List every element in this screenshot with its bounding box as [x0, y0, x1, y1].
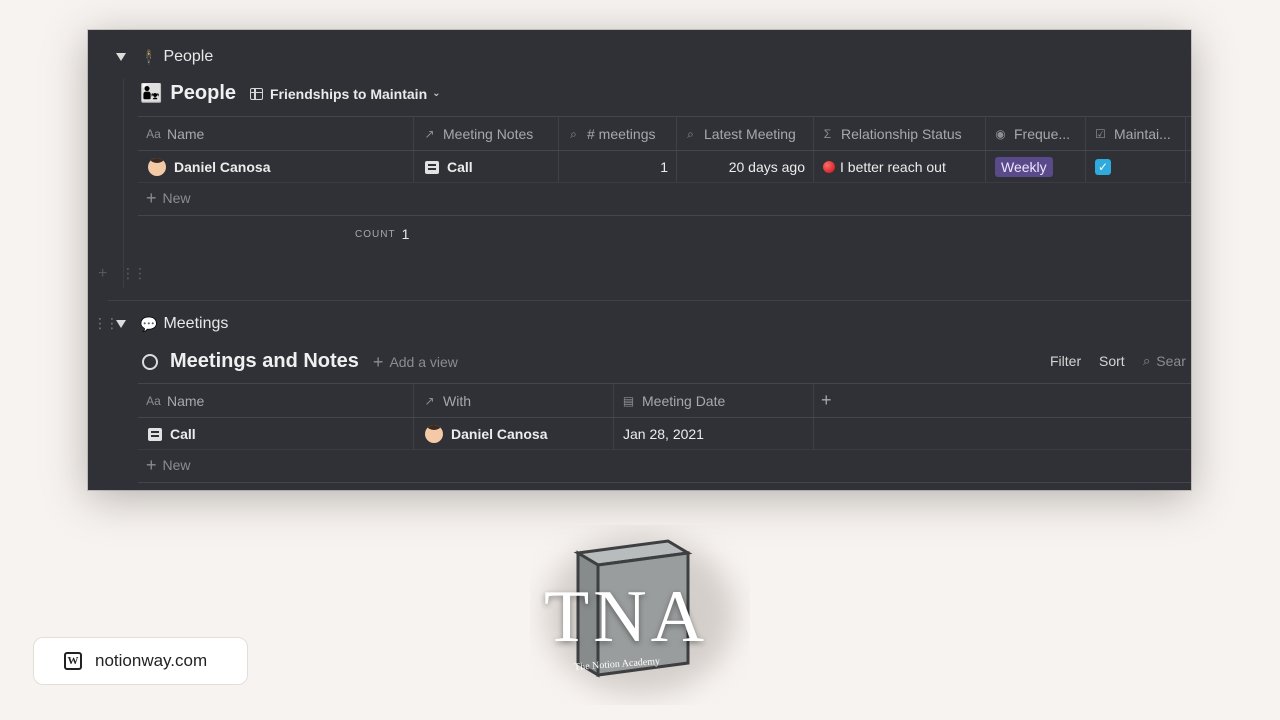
meetings-toggle-label: Meetings: [163, 315, 229, 332]
add-view-button[interactable]: + Add a view: [372, 351, 458, 372]
relation-arrow-icon: ↗: [424, 127, 435, 141]
search-button[interactable]: ⌕ Sear: [1143, 353, 1186, 369]
cell-name[interactable]: Daniel Canosa: [148, 157, 270, 177]
notionway-link[interactable]: W notionway.com: [33, 637, 248, 685]
frequency-badge: Weekly: [995, 157, 1053, 177]
page-icon: [148, 427, 162, 441]
text-icon: Aa: [146, 127, 161, 141]
cell-latest-meeting[interactable]: 20 days ago: [705, 157, 805, 177]
column-header-relationship-status[interactable]: Σ Relationship Status: [820, 124, 985, 144]
select-icon: ◉: [995, 127, 1006, 141]
view-name: Friendships to Maintain: [270, 85, 428, 102]
cell-meetings-count[interactable]: 1: [648, 157, 668, 177]
people-db-title[interactable]: People: [170, 82, 236, 105]
column-header-meetings-count[interactable]: ⌕ # meetings: [566, 124, 681, 144]
add-property-button[interactable]: +: [821, 389, 851, 411]
column-header-meeting-date[interactable]: ▤ Meeting Date: [621, 391, 801, 411]
cell-name[interactable]: Call: [148, 424, 196, 444]
meetings-db-title[interactable]: Meetings and Notes: [170, 350, 359, 373]
cell-frequency[interactable]: Weekly: [995, 157, 1053, 177]
tna-logo-text: TNA: [544, 576, 709, 658]
drag-handle-icon[interactable]: ⋮⋮: [93, 315, 119, 332]
toggle-triangle-icon[interactable]: [116, 320, 126, 328]
page-icon: [425, 160, 439, 174]
checkbox-checked-icon[interactable]: ✓: [1095, 159, 1111, 175]
count-calculation[interactable]: COUNT 1: [355, 226, 409, 242]
cell-meeting-notes[interactable]: Call: [425, 157, 473, 177]
people-db-header: 👨‍👧 People Friendships to Maintain ⌄: [140, 82, 441, 105]
toggle-triangle-icon[interactable]: [116, 53, 126, 61]
column-header-with[interactable]: ↗ With: [422, 391, 602, 411]
column-header-meeting-notes[interactable]: ↗ Meeting Notes: [422, 124, 562, 144]
drag-handle-icon[interactable]: ⋮⋮: [121, 265, 147, 282]
sort-button[interactable]: Sort: [1099, 353, 1125, 369]
search-icon: ⌕: [570, 126, 577, 141]
plus-icon: +: [821, 389, 832, 410]
people-toggle-label: People: [163, 48, 214, 65]
notion-window: 🕴 People 👨‍👧 People Friendships to Maint…: [88, 30, 1191, 490]
calendar-icon: ▤: [622, 394, 635, 408]
cell-with[interactable]: Daniel Canosa: [425, 424, 547, 444]
avatar: [425, 425, 443, 443]
meetings-toggle[interactable]: 💬 Meetings: [116, 315, 228, 333]
site-url: notionway.com: [95, 651, 208, 670]
plus-icon: +: [146, 188, 157, 208]
text-icon: Aa: [146, 394, 161, 408]
search-icon: ⌕: [1143, 353, 1151, 368]
meetings-db-header: Meetings and Notes + Add a view: [142, 350, 458, 373]
search-icon: ⌕: [687, 126, 694, 141]
speech-bubble-icon: 💬: [140, 315, 158, 332]
people-new-row-button[interactable]: + New: [146, 188, 191, 208]
tna-logo: TNA The Notion Academy: [530, 525, 750, 705]
checkbox-icon: ☑: [1095, 127, 1106, 141]
cell-relationship-status[interactable]: I better reach out: [823, 157, 946, 177]
relation-arrow-icon: ↗: [424, 394, 435, 408]
people-toggle[interactable]: 🕴 People: [116, 48, 213, 66]
cell-maintain[interactable]: ✓: [1095, 158, 1111, 176]
column-header-maintain[interactable]: ☑ Maintai...: [1093, 124, 1188, 144]
avatar: [148, 158, 166, 176]
chat-icon: [142, 353, 158, 370]
add-block-icon[interactable]: +: [98, 265, 107, 283]
column-header-latest-meeting[interactable]: ⌕ Latest Meeting: [683, 124, 813, 144]
formula-icon: Σ: [823, 127, 832, 141]
filter-button[interactable]: Filter: [1050, 353, 1081, 369]
column-header-name[interactable]: Aa Name: [146, 124, 406, 144]
view-friendships-to-maintain[interactable]: Friendships to Maintain ⌄: [250, 86, 441, 102]
plus-icon: +: [146, 455, 157, 475]
chevron-down-icon[interactable]: ⌄: [432, 88, 440, 99]
meetings-new-row-button[interactable]: + New: [146, 455, 191, 475]
people-group-icon: 👨‍👧: [140, 83, 163, 103]
red-circle-icon: [823, 161, 835, 173]
notionway-logo-icon: W: [64, 652, 82, 670]
plus-icon: +: [372, 351, 384, 372]
cell-meeting-date[interactable]: Jan 28, 2021: [623, 424, 704, 444]
table-view-icon: [250, 87, 263, 100]
person-icon: 🕴: [140, 48, 158, 65]
column-header-name[interactable]: Aa Name: [146, 391, 406, 411]
column-header-frequency[interactable]: ◉ Freque...: [993, 124, 1088, 144]
